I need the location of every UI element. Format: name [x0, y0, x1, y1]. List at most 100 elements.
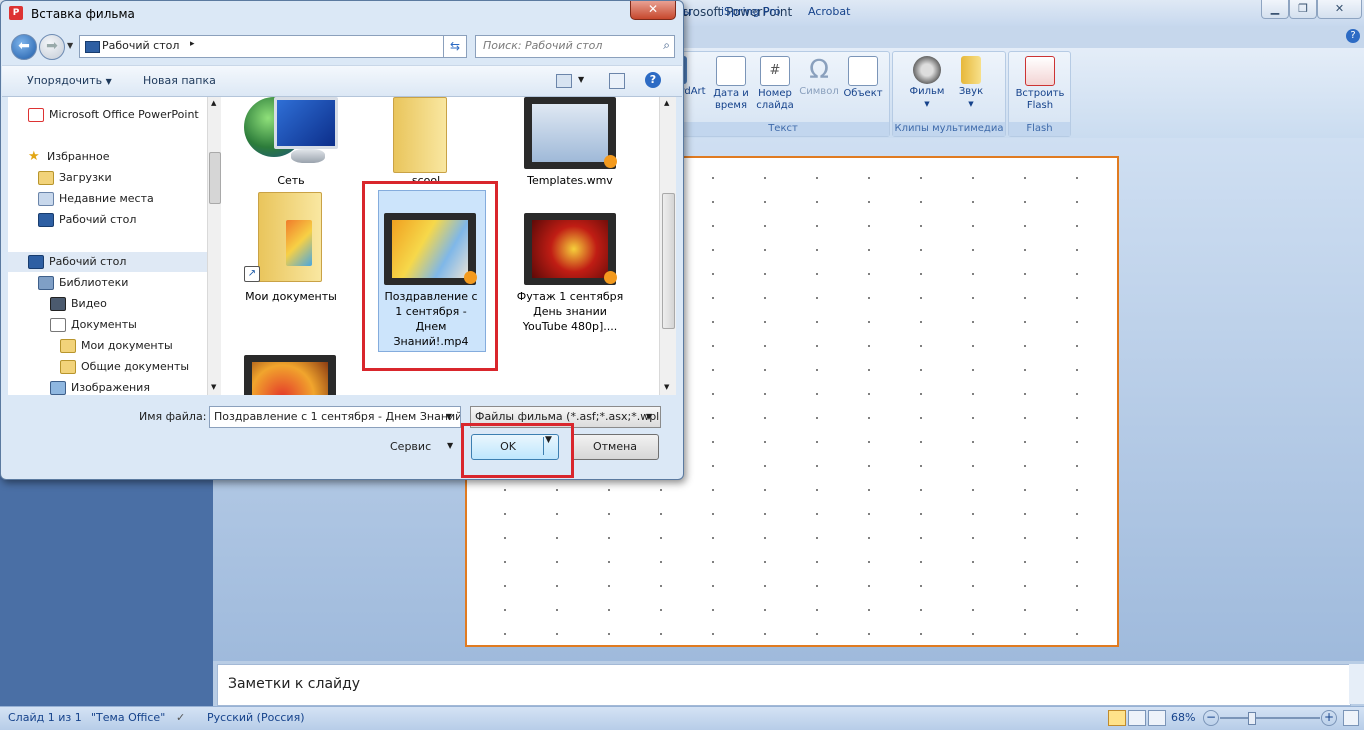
slide-number-button[interactable]: # Номер слайда — [753, 54, 797, 112]
file-label: Футаж 1 сентября День знании YouTube 480… — [516, 290, 624, 333]
nav-item-public-documents[interactable]: Общие документы — [8, 357, 189, 377]
recent-places-icon — [38, 192, 54, 206]
nav-item-pictures[interactable]: Изображения — [8, 378, 150, 398]
search-box[interactable]: Поиск: Рабочий стол ⌕ — [475, 35, 675, 58]
flash-icon — [1025, 56, 1055, 86]
flash-group: Встроить Flash Flash — [1008, 51, 1071, 137]
nav-item-recent-places[interactable]: Недавние места — [8, 189, 154, 209]
notes-pane[interactable]: Заметки к слайду — [217, 664, 1351, 706]
new-folder-button[interactable]: Новая папка — [143, 74, 216, 87]
tab-ispring[interactable]: iSpring Pro — [721, 5, 781, 18]
flash-group-label: Flash — [1009, 122, 1070, 136]
movie-button[interactable]: Фильм ▼ — [905, 54, 949, 110]
dialog-close-button[interactable]: ✕ — [630, 1, 676, 20]
file-templates[interactable]: Templates.wmv — [515, 97, 625, 188]
tab-partial[interactable]: ы — [683, 5, 692, 18]
recent-pages-dropdown[interactable]: ▼ — [67, 41, 73, 50]
scroll-thumb[interactable] — [209, 152, 221, 204]
file-name-dropdown[interactable]: ▼ — [442, 407, 456, 427]
forward-button[interactable]: ➡ — [39, 34, 65, 60]
normal-view-button[interactable] — [1108, 710, 1126, 726]
folder-icon — [371, 97, 481, 173]
zoom-out-icon[interactable]: − — [1203, 710, 1219, 726]
tools-menu[interactable]: Сервис — [390, 440, 431, 453]
view-options-icon[interactable] — [556, 74, 572, 88]
dialog-title: Вставка фильма — [31, 7, 135, 21]
breadcrumb-chevron-icon[interactable]: ▸ — [190, 39, 195, 49]
file-name-input[interactable]: Поздравление с 1 сентября - Днем Знаний!… — [209, 406, 461, 428]
spellcheck-icon[interactable]: ✓ — [176, 711, 185, 724]
highlight-selected-file — [362, 181, 498, 371]
status-bar: Слайд 1 из 1 "Тема Office" ✓ Русский (Ро… — [0, 706, 1364, 730]
address-bar[interactable]: Рабочий стол ▸ — [79, 35, 443, 58]
search-placeholder: Поиск: Рабочий стол — [483, 39, 603, 52]
powerpoint-icon: P — [9, 6, 23, 20]
nav-item-favorites[interactable]: ★ Избранное — [8, 147, 109, 167]
desktop-icon — [38, 213, 54, 227]
sound-button[interactable]: Звук ▼ — [949, 54, 993, 110]
date-time-button[interactable]: Дата и время — [709, 54, 753, 112]
video-thumbnail-icon — [236, 355, 346, 395]
nav-item-desktop[interactable]: Рабочий стол — [8, 252, 207, 272]
zoom-in-icon[interactable]: + — [1321, 710, 1337, 726]
scroll-down-icon[interactable]: ▼ — [211, 383, 216, 391]
help-icon[interactable]: ? — [645, 72, 661, 88]
file-scool[interactable]: scool — [371, 97, 481, 188]
language-indicator[interactable]: Русский (Россия) — [207, 711, 305, 724]
zoom-level[interactable]: 68% — [1171, 711, 1195, 724]
app-close-button[interactable]: ✕ — [1317, 0, 1362, 19]
preview-pane-icon[interactable] — [609, 73, 625, 89]
theme-name: "Тема Office" — [91, 711, 166, 724]
nav-item-powerpoint[interactable]: Microsoft Office PowerPoint — [8, 105, 199, 125]
file-footage[interactable]: Футаж 1 сентября День знании YouTube 480… — [515, 209, 625, 334]
fit-slide-button[interactable] — [1343, 710, 1359, 726]
back-button[interactable]: ⬅ — [11, 34, 37, 60]
tab-acrobat[interactable]: Acrobat — [808, 5, 850, 18]
zoom-slider[interactable] — [1220, 717, 1320, 719]
folder-icon — [60, 360, 76, 374]
notes-scrollbar[interactable] — [1349, 664, 1364, 704]
downloads-icon — [38, 171, 54, 185]
star-icon: ★ — [28, 149, 40, 164]
tools-dropdown-icon[interactable]: ▼ — [447, 441, 453, 450]
nav-item-documents[interactable]: Документы — [8, 315, 137, 335]
embed-flash-button[interactable]: Встроить Flash — [1013, 54, 1067, 112]
view-dropdown-icon[interactable]: ▼ — [578, 75, 584, 84]
video-thumbnail-icon — [515, 97, 625, 173]
help-icon[interactable]: ? — [1346, 29, 1360, 43]
file-type-dropdown[interactable]: ▼ — [642, 407, 656, 427]
navigation-pane: Microsoft Office PowerPoint ★ Избранное З… — [8, 97, 207, 395]
insert-movie-dialog: P Вставка фильма ✕ ⬅ ➡ ▼ Рабочий стол ▸ … — [0, 0, 684, 480]
minimize-button[interactable]: ▁ — [1261, 0, 1289, 19]
scroll-up-icon[interactable]: ▲ — [664, 99, 669, 107]
zoom-slider-thumb[interactable] — [1248, 712, 1256, 725]
dialog-toolbar: Упорядочить ▼ Новая папка ▼ ? — [2, 65, 682, 97]
scroll-thumb[interactable] — [662, 193, 675, 329]
object-button[interactable]: Объект — [841, 54, 885, 100]
refresh-icon[interactable]: ⇆ — [443, 35, 467, 58]
navigation-scrollbar[interactable]: ▲ ▼ — [207, 97, 221, 395]
file-video-partial[interactable] — [236, 355, 346, 395]
powerpoint-icon — [28, 108, 44, 122]
file-label: Мои документы — [245, 290, 337, 303]
file-list-scrollbar[interactable]: ▲ ▼ — [659, 97, 676, 395]
nav-item-libraries[interactable]: Библиотеки — [8, 273, 128, 293]
file-my-documents[interactable]: ↗ Мои документы — [236, 192, 346, 304]
hash-icon: # — [760, 56, 790, 86]
pictures-icon — [50, 381, 66, 395]
scroll-up-icon[interactable]: ▲ — [211, 99, 216, 107]
scroll-down-icon[interactable]: ▼ — [664, 383, 669, 391]
slideshow-button[interactable] — [1148, 710, 1166, 726]
maximize-button[interactable]: ❐ — [1289, 0, 1317, 19]
file-network[interactable]: Сеть — [236, 97, 346, 188]
nav-item-my-documents[interactable]: Мои документы — [8, 336, 173, 356]
search-icon[interactable]: ⌕ — [663, 38, 670, 53]
file-name-label: Имя файла: — [139, 410, 207, 423]
cancel-button[interactable]: Отмена — [571, 434, 659, 460]
nav-item-desktop-favorite[interactable]: Рабочий стол — [8, 210, 136, 230]
nav-item-video[interactable]: Видео — [8, 294, 107, 314]
nav-item-downloads[interactable]: Загрузки — [8, 168, 112, 188]
symbol-button[interactable]: Ω Символ — [797, 54, 841, 98]
slide-sorter-button[interactable] — [1128, 710, 1146, 726]
organize-button[interactable]: Упорядочить ▼ — [27, 74, 112, 87]
